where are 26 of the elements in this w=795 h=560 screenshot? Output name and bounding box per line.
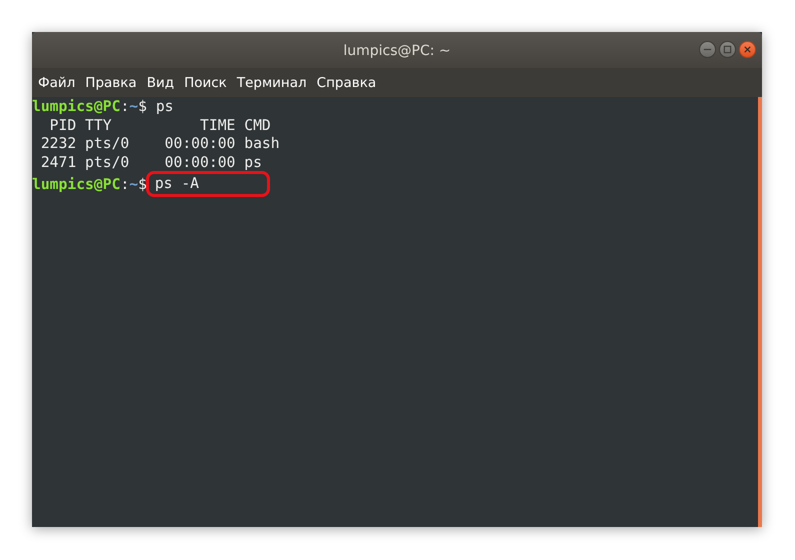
- window-title: lumpics@PC: ~: [343, 43, 451, 59]
- menu-item[interactable]: Поиск: [182, 74, 232, 90]
- output-line: PID TTY TIME CMD: [48, 116, 271, 134]
- menu-item[interactable]: Терминал: [234, 74, 312, 90]
- menu-item[interactable]: Правка: [83, 74, 142, 90]
- output-line: 2471 pts/0 00:00:00 ps: [40, 154, 262, 170]
- prompt-path: ~: [129, 98, 138, 115]
- close-button[interactable]: [739, 41, 756, 58]
- maximize-icon: [723, 45, 732, 54]
- scrollbar[interactable]: [758, 97, 762, 527]
- close-icon: [743, 45, 752, 54]
- maximize-button[interactable]: [719, 41, 736, 58]
- menu-item[interactable]: Вид: [144, 74, 180, 90]
- highlighted-command: ps -A: [146, 171, 270, 197]
- menu-item[interactable]: Справка: [314, 74, 382, 90]
- prompt-separator: :: [120, 98, 130, 115]
- command-text: ps: [156, 98, 174, 116]
- prompt-user: lumpics@PC: [32, 176, 120, 193]
- prompt-path: ~: [129, 176, 138, 193]
- minimize-button[interactable]: [699, 41, 716, 58]
- prompt-symbol: $: [138, 176, 147, 193]
- menu-item[interactable]: Файл: [36, 74, 80, 90]
- output-line: 2232 pts/0 00:00:00 bash: [40, 135, 280, 152]
- prompt-separator: :: [120, 176, 130, 193]
- prompt-user: lumpics@PC: [32, 98, 120, 115]
- prompt-symbol: $: [138, 98, 147, 115]
